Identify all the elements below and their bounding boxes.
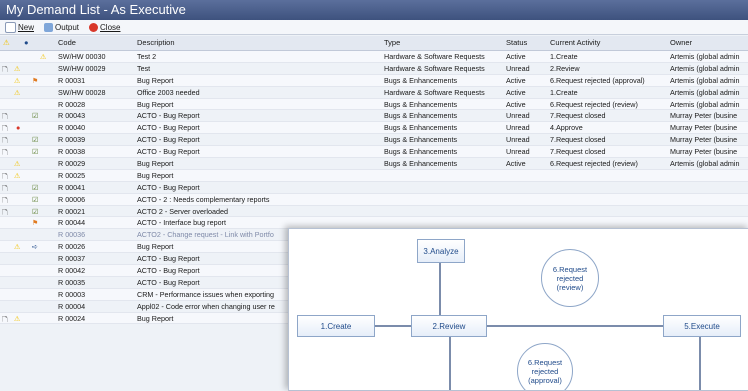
list-header: ⚠ ● Code Description Type Status Current… <box>0 36 748 51</box>
connector-line <box>487 325 663 327</box>
checked-icon: ☑ <box>32 182 39 191</box>
checked-icon: ☑ <box>32 194 39 203</box>
connector-line <box>449 337 451 390</box>
checked-icon: ☑ <box>32 206 39 215</box>
workflow-diagram: 3.Analyze 6.Request rejected (review) 1.… <box>288 228 748 391</box>
table-row[interactable]: ⚠ R 00029 Bug Report Bugs & Enhancements Act… <box>0 158 748 170</box>
checked-icon: ☑ <box>32 147 39 156</box>
warning-icon: ⚠ <box>40 52 47 60</box>
output-button[interactable]: Output <box>44 22 79 32</box>
table-row[interactable]: 🗋 ☑ R 00041 ACTO - Bug Report <box>0 182 748 194</box>
column-type[interactable]: Type <box>384 38 400 47</box>
document-icon: 🗋 <box>2 314 8 322</box>
column-description[interactable]: Description <box>137 38 175 47</box>
forward-icon: ➪ <box>32 242 39 251</box>
node-review[interactable]: 2.Review <box>411 315 487 337</box>
column-activity[interactable]: Current Activity <box>550 38 600 47</box>
document-icon: 🗋 <box>2 64 8 72</box>
error-icon: ● <box>16 123 21 132</box>
new-button[interactable]: New <box>5 21 34 33</box>
connector-line <box>439 263 441 315</box>
warning-icon: ⚠ <box>14 87 21 96</box>
table-row[interactable]: 🗋 ☑ R 00038 ACTO - Bug Report Bugs & Enhance… <box>0 146 748 159</box>
warning-icon: ⚠ <box>14 170 21 179</box>
node-create[interactable]: 1.Create <box>297 315 375 337</box>
document-icon: 🗋 <box>2 183 8 191</box>
window-title: My Demand List - As Executive <box>0 0 748 20</box>
flag-icon: ⚑ <box>32 75 39 84</box>
table-row[interactable]: ⚠ SW/HW 00028 Office 2003 needed Hardware &… <box>0 87 748 99</box>
node-rejected-approval[interactable]: 6.Request rejected (approval) <box>517 343 573 390</box>
output-icon <box>44 22 54 32</box>
table-row[interactable]: 🗋 ⚠ R 00025 Bug Report <box>0 169 748 182</box>
table-row[interactable]: 🗋 ☑ R 00006 ACTO - 2 : Needs complementary … <box>0 193 748 206</box>
new-document-icon <box>5 21 16 33</box>
connector-line <box>699 337 701 390</box>
checked-icon: ☑ <box>32 111 39 120</box>
connector-line <box>375 325 411 327</box>
table-row[interactable]: ⚠ ⚑ R 00031 Bug Report Bugs & Enhancements Ac… <box>0 74 748 87</box>
warning-icon: ⚠ <box>14 75 21 84</box>
document-icon: 🗋 <box>2 171 8 179</box>
table-row[interactable]: R 00028 Bug Report Bugs & Enhancements Acti… <box>0 98 748 111</box>
flag-icon: ⚑ <box>32 218 39 227</box>
document-icon: 🗋 <box>2 112 8 120</box>
checked-icon: ☑ <box>32 135 39 144</box>
toolbar: New Output Close <box>0 20 748 35</box>
table-row[interactable]: 🗋 ● R 00040 ACTO - Bug Report Bugs & Enhance… <box>0 122 748 135</box>
close-button[interactable]: Close <box>89 22 120 32</box>
warning-icon: ⚠ <box>14 242 21 251</box>
column-owner[interactable]: Owner <box>670 38 692 47</box>
warning-icon: ⚠ <box>14 63 21 72</box>
warning-icon: ⚠ <box>14 313 21 322</box>
node-analyze[interactable]: 3.Analyze <box>417 239 465 263</box>
table-row[interactable]: 🗋 ⚠ SW/HW 00029 Test Hardware & Software Req… <box>0 63 748 75</box>
column-status[interactable]: Status <box>506 38 527 47</box>
table-row[interactable]: 🗋 ☑ R 00043 ACTO - Bug Report Bugs & Enhance… <box>0 110 748 123</box>
header-info-icon: ● <box>24 38 29 47</box>
node-execute[interactable]: 5.Execute <box>663 315 741 337</box>
column-code[interactable]: Code <box>58 38 76 47</box>
document-icon: 🗋 <box>2 207 8 215</box>
warning-icon: ⚠ <box>14 159 21 168</box>
document-icon: 🗋 <box>2 195 8 203</box>
table-row[interactable]: 🗋 ☑ R 00039 ACTO - Bug Report Bugs & Enhance… <box>0 134 748 147</box>
table-row[interactable]: 🗋 ☑ R 00021 ACTO 2 - Server overloaded <box>0 206 748 218</box>
node-rejected-review[interactable]: 6.Request rejected (review) <box>541 249 599 307</box>
table-row[interactable]: ⚠ SW/HW 00030 Test 2 Hardware & Software Re… <box>0 51 748 63</box>
close-icon <box>89 22 99 32</box>
document-icon: 🗋 <box>2 124 8 132</box>
document-icon: 🗋 <box>2 148 8 156</box>
document-icon: 🗋 <box>2 136 8 144</box>
header-flag-icon: ⚠ <box>3 38 10 47</box>
